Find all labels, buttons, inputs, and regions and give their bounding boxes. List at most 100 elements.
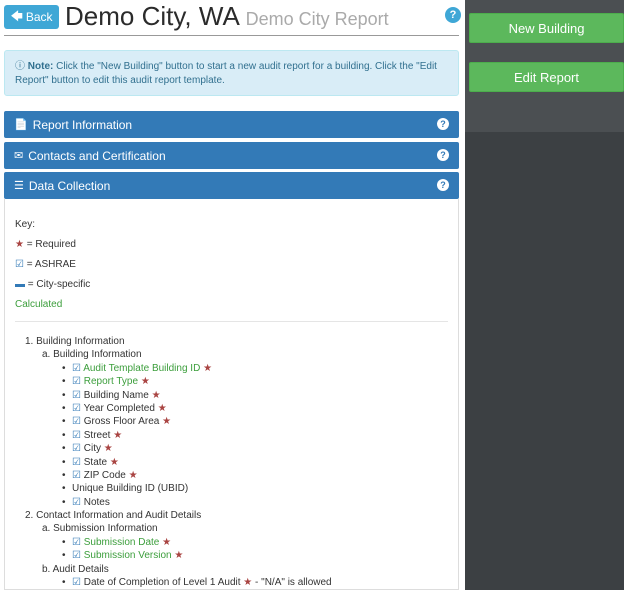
star-icon: ★ xyxy=(15,239,24,250)
field-label: Submission Date xyxy=(83,536,160,548)
help-icon[interactable]: ? xyxy=(445,7,461,23)
star-icon: ★ xyxy=(151,389,161,401)
panel-title: Contacts and Certification xyxy=(28,148,166,163)
star-icon: ★ xyxy=(128,469,138,481)
help-icon[interactable]: ? xyxy=(437,118,449,130)
sidebar: New Building Edit Report xyxy=(465,0,624,590)
star-icon: ★ xyxy=(243,577,253,589)
page-title: Demo City, WA Demo City Report xyxy=(65,1,389,32)
envelope-icon: ✉ xyxy=(14,150,24,162)
checkbox-icon: ☑ xyxy=(72,536,81,548)
data-collection-body: Key: ★ = Required ☑ = ASHRAE ▬ = City-sp… xyxy=(4,199,459,590)
report-subtitle: Demo City Report xyxy=(245,9,389,29)
sidebar-actions: New Building Edit Report xyxy=(465,0,624,132)
list-item: • ☑ Submission Date ★ xyxy=(62,536,172,548)
field-label: Unique Building ID (UBID) xyxy=(72,483,189,495)
key-calculated: Calculated xyxy=(15,299,63,310)
back-button[interactable]: 🡄 Back xyxy=(4,5,59,29)
subsection-heading: a. Building Information xyxy=(42,349,142,361)
edit-report-button[interactable]: Edit Report xyxy=(469,62,624,92)
star-icon: ★ xyxy=(162,536,172,548)
checkbox-icon: ☑ xyxy=(72,389,81,401)
list-item: • ☑ Report Type ★ xyxy=(62,376,150,388)
key-ashrae: ☑ = ASHRAE xyxy=(15,255,90,275)
list-item: • ☑ Submission Version ★ xyxy=(62,550,184,562)
section-heading: 2. Contact Information and Audit Details xyxy=(25,510,202,522)
checkbox-icon: ☑ xyxy=(15,259,24,270)
checkbox-icon: ☑ xyxy=(72,456,81,468)
checkbox-icon: ☑ xyxy=(72,443,81,455)
field-label: Notes xyxy=(83,496,110,508)
info-icon: ⓘ xyxy=(15,61,25,72)
field-label: Report Type xyxy=(83,376,139,388)
star-icon: ★ xyxy=(140,376,150,388)
new-building-button[interactable]: New Building xyxy=(469,13,624,43)
checkbox-icon: ☑ xyxy=(72,416,81,428)
list-item: • ☑ Year Completed ★ xyxy=(62,402,167,414)
main-content: 🡄 Back Demo City, WA Demo City Report ? … xyxy=(0,0,465,590)
list-item: • ☑ State ★ xyxy=(62,456,119,468)
key-required: ★ = Required xyxy=(15,235,90,255)
checkbox-icon: ☑ xyxy=(72,550,81,562)
note-text: Click the "New Building" button to start… xyxy=(15,61,437,86)
checkbox-icon: ☑ xyxy=(72,496,81,508)
legend-key: Key: ★ = Required ☑ = ASHRAE ▬ = City-sp… xyxy=(15,215,90,315)
field-label: Gross Floor Area xyxy=(83,416,160,428)
checkbox-icon: ☑ xyxy=(72,362,81,374)
key-city-label: = City-specific xyxy=(27,279,91,290)
page-header: 🡄 Back Demo City, WA Demo City Report ? xyxy=(4,1,461,36)
star-icon: ★ xyxy=(174,550,184,562)
city-title: Demo City, WA xyxy=(65,1,239,31)
back-label: Back xyxy=(25,10,53,24)
checkbox-icon: ☑ xyxy=(72,469,81,481)
note-label: Note: xyxy=(27,61,54,72)
divider xyxy=(15,321,448,322)
checkbox-icon: ☑ xyxy=(72,577,81,589)
checkbox-icon: ☑ xyxy=(72,402,81,414)
star-icon: ★ xyxy=(109,456,119,468)
key-title: Key: xyxy=(15,219,36,230)
field-label: ZIP Code xyxy=(83,469,126,481)
list-item: • ☑ Audit Template Building ID ★ xyxy=(62,362,213,374)
checkbox-icon: ☑ xyxy=(72,429,81,441)
panel-title: Data Collection xyxy=(28,178,111,193)
field-label: Audit Template Building ID xyxy=(83,362,201,374)
list-icon: ☰ xyxy=(14,180,24,192)
field-label: City xyxy=(83,443,101,455)
field-label: Building Name xyxy=(83,389,149,401)
field-label: Submission Version xyxy=(83,550,172,562)
field-label: State xyxy=(83,456,108,468)
subsection-heading: a. Submission Information xyxy=(42,523,158,535)
list-item: • ☑ Date of Completion of Level 1 Audit ★… xyxy=(62,577,332,589)
list-item: • ☑ ZIP Code ★ xyxy=(62,469,138,481)
panel-title: Report Information xyxy=(32,117,133,132)
list-item: • ☑ Gross Floor Area ★ xyxy=(62,416,172,428)
briefcase-icon: ▬ xyxy=(15,279,25,290)
list-item: • ☑ Notes xyxy=(62,496,110,508)
star-icon: ★ xyxy=(157,402,167,414)
field-label: Date of Completion of Level 1 Audit xyxy=(83,577,241,589)
list-item: • ☑ City ★ xyxy=(62,443,113,455)
list-item: • ☑ Street ★ xyxy=(62,429,123,441)
panel-contacts-certification[interactable]: ✉ Contacts and Certification ? xyxy=(4,142,459,169)
file-icon: 📄 xyxy=(14,119,28,131)
field-label: Street xyxy=(83,429,111,441)
note-alert: ⓘ Note: Click the "New Building" button … xyxy=(4,50,459,96)
key-city: ▬ = City-specific xyxy=(15,275,90,295)
list-item: • ☑ Building Name ★ xyxy=(62,389,161,401)
help-icon[interactable]: ? xyxy=(437,149,449,161)
key-ashrae-label: = ASHRAE xyxy=(26,259,76,270)
star-icon: ★ xyxy=(103,443,113,455)
field-tree: 1. Building Information a. Building Info… xyxy=(5,335,460,589)
star-icon: ★ xyxy=(203,362,213,374)
subsection-heading: b. Audit Details xyxy=(42,563,109,575)
panel-report-information[interactable]: 📄 Report Information ? xyxy=(4,111,459,138)
panel-data-collection[interactable]: ☰ Data Collection ? xyxy=(4,172,459,199)
checkbox-icon: ☑ xyxy=(72,376,81,388)
arrow-left-icon: 🡄 xyxy=(10,8,23,23)
help-icon[interactable]: ? xyxy=(437,179,449,191)
section-heading: 1. Building Information xyxy=(25,336,125,347)
star-icon: ★ xyxy=(113,429,123,441)
list-item: • Unique Building ID (UBID) xyxy=(62,483,189,495)
field-label: Year Completed xyxy=(83,402,155,414)
